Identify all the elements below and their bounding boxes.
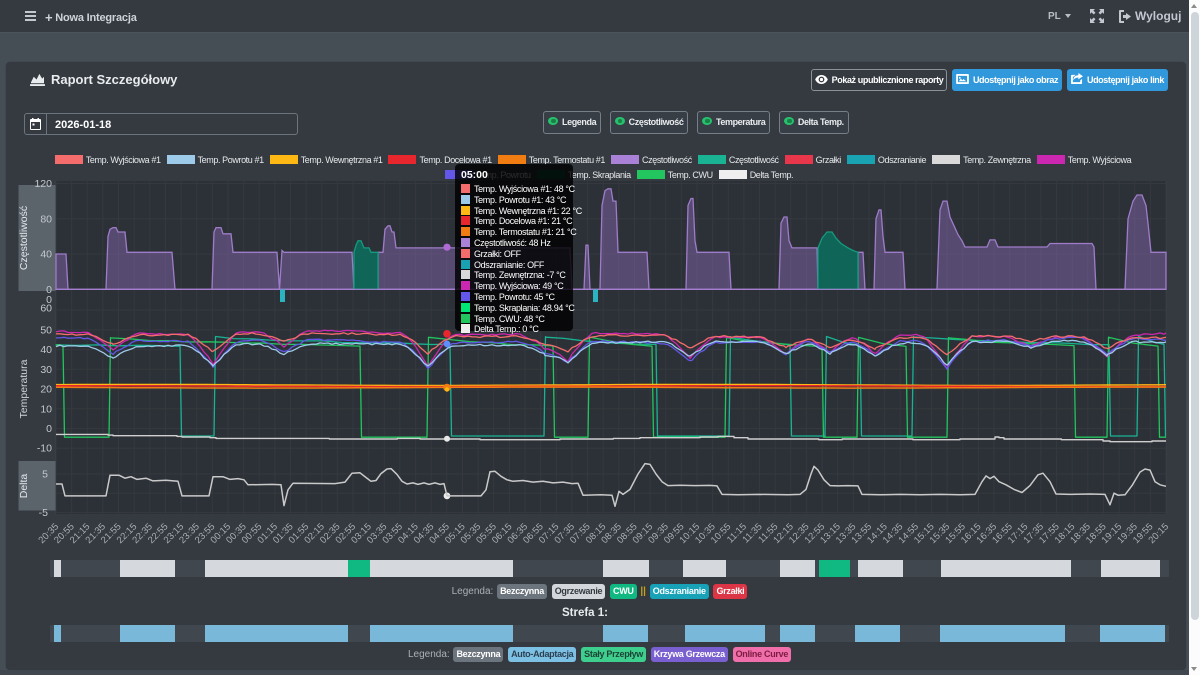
- svg-text:50: 50: [40, 324, 52, 336]
- svg-text:-5: -5: [39, 507, 48, 519]
- svg-text:Częstotliwość: Częstotliwość: [18, 206, 30, 270]
- svg-text:Temperatura: Temperatura: [18, 359, 30, 418]
- svg-text:10: 10: [40, 403, 52, 415]
- svg-text:20: 20: [40, 384, 52, 396]
- svg-text:80: 80: [40, 213, 52, 225]
- svg-text:-10: -10: [37, 443, 52, 455]
- svg-text:0: 0: [46, 423, 52, 435]
- svg-text:Delta: Delta: [18, 474, 30, 499]
- svg-text:30: 30: [40, 364, 52, 376]
- svg-text:5: 5: [42, 469, 48, 481]
- svg-text:40: 40: [40, 249, 52, 261]
- svg-text:60: 60: [40, 303, 52, 315]
- svg-text:40: 40: [40, 344, 52, 356]
